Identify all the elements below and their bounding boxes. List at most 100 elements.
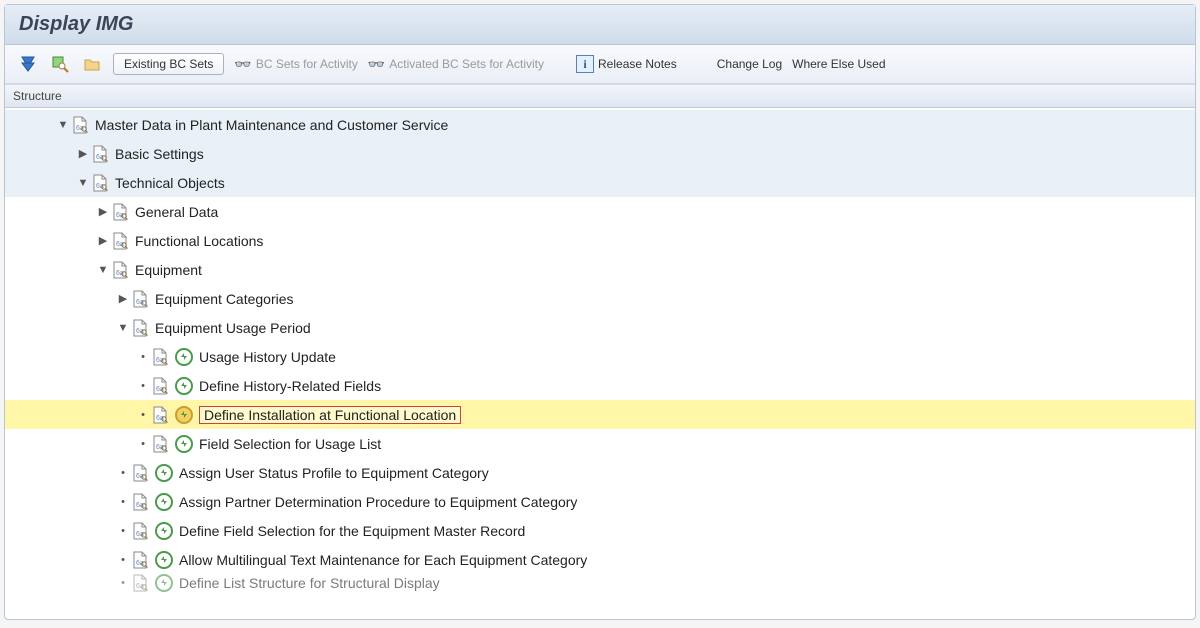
- bullet-icon: •: [115, 525, 131, 537]
- twisty-right-icon[interactable]: ▶: [95, 205, 111, 218]
- execute-icon[interactable]: [155, 493, 173, 511]
- glasses-icon: 👓: [234, 56, 251, 73]
- find-icon[interactable]: [49, 53, 71, 75]
- bullet-icon: •: [115, 577, 131, 589]
- node-label: Technical Objects: [115, 175, 225, 191]
- bullet-icon: •: [115, 496, 131, 508]
- tree-node-usage-history-update[interactable]: • 6a Usage History Update: [5, 342, 1195, 371]
- tree-node-equipment-usage-period[interactable]: ▼ 6a Equipment Usage Period: [5, 313, 1195, 342]
- tree-node-equipment[interactable]: ▼ 6a Equipment: [5, 255, 1195, 284]
- tree-node-field-selection-usage[interactable]: • 6a Field Selection for Usage List: [5, 429, 1195, 458]
- doc-icon[interactable]: 6a: [151, 434, 169, 454]
- tree-node-define-list-structure[interactable]: • 6a Define List Structure for Structura…: [5, 574, 1195, 592]
- tree-node-basic-settings[interactable]: ▶ 6a Basic Settings: [5, 139, 1195, 168]
- where-else-used-link[interactable]: Where Else Used: [792, 57, 885, 71]
- node-label: Define History-Related Fields: [199, 378, 381, 394]
- doc-icon[interactable]: 6a: [131, 318, 149, 338]
- tree-node-general-data[interactable]: ▶ 6a General Data: [5, 197, 1195, 226]
- node-label: Equipment: [135, 262, 202, 278]
- titlebar: Display IMG: [5, 5, 1195, 45]
- doc-icon[interactable]: 6a: [131, 521, 149, 541]
- twisty-right-icon[interactable]: ▶: [115, 292, 131, 305]
- bullet-icon: •: [135, 380, 151, 392]
- execute-icon[interactable]: [155, 464, 173, 482]
- change-log-label: Change Log: [717, 57, 782, 71]
- tree-node-define-field-selection-master[interactable]: • 6a Define Field Selection for the Equi…: [5, 516, 1195, 545]
- execute-icon[interactable]: [175, 377, 193, 395]
- tree-node-define-history-fields[interactable]: • 6a Define History-Related Fields: [5, 371, 1195, 400]
- doc-icon[interactable]: 6a: [151, 405, 169, 425]
- release-notes-link[interactable]: i Release Notes: [576, 55, 677, 73]
- doc-icon[interactable]: 6a: [111, 231, 129, 251]
- doc-icon[interactable]: 6a: [131, 550, 149, 570]
- node-label: Equipment Usage Period: [155, 320, 311, 336]
- glasses-icon: 👓: [368, 56, 385, 73]
- bullet-icon: •: [135, 351, 151, 363]
- node-label: Define Installation at Functional Locati…: [199, 406, 461, 424]
- expand-all-icon[interactable]: [17, 53, 39, 75]
- twisty-right-icon[interactable]: ▶: [95, 234, 111, 247]
- toolbar: Existing BC Sets 👓 BC Sets for Activity …: [5, 45, 1195, 84]
- node-label: General Data: [135, 204, 218, 220]
- tree-node-assign-user-status[interactable]: • 6a Assign User Status Profile to Equip…: [5, 458, 1195, 487]
- tree-node-define-installation[interactable]: • 6a Define Installation at Functional L…: [5, 400, 1195, 429]
- node-label: Assign Partner Determination Procedure t…: [179, 494, 577, 510]
- panel-header: Structure: [5, 84, 1195, 108]
- doc-icon[interactable]: 6a: [131, 574, 149, 592]
- doc-icon[interactable]: 6a: [131, 463, 149, 483]
- node-label: Master Data in Plant Maintenance and Cus…: [95, 117, 448, 133]
- node-label: Equipment Categories: [155, 291, 294, 307]
- node-label: Field Selection for Usage List: [199, 436, 381, 452]
- doc-icon[interactable]: 6a: [131, 289, 149, 309]
- where-else-used-label: Where Else Used: [792, 57, 885, 71]
- doc-icon[interactable]: 6a: [131, 492, 149, 512]
- execute-icon[interactable]: [175, 348, 193, 366]
- bullet-icon: •: [135, 409, 151, 421]
- bullet-icon: •: [135, 438, 151, 450]
- doc-icon[interactable]: 6a: [91, 173, 109, 193]
- tree-node-functional-locations[interactable]: ▶ 6a Functional Locations: [5, 226, 1195, 255]
- tree-node-technical-objects[interactable]: ▼ 6a Technical Objects: [5, 168, 1195, 197]
- execute-icon[interactable]: [155, 551, 173, 569]
- execute-icon[interactable]: [155, 522, 173, 540]
- node-label: Allow Multilingual Text Maintenance for …: [179, 552, 587, 568]
- doc-icon[interactable]: 6a: [71, 115, 89, 135]
- doc-icon[interactable]: 6a: [111, 202, 129, 222]
- node-label: Define List Structure for Structural Dis…: [179, 575, 440, 591]
- doc-icon[interactable]: 6a: [151, 376, 169, 396]
- window: Display IMG Existing BC Sets 👓 BC Sets f…: [4, 4, 1196, 620]
- tree-node-equipment-categories[interactable]: ▶ 6a Equipment Categories: [5, 284, 1195, 313]
- doc-icon[interactable]: 6a: [111, 260, 129, 280]
- twisty-down-icon[interactable]: ▼: [115, 322, 131, 334]
- bullet-icon: •: [115, 467, 131, 479]
- twisty-down-icon[interactable]: ▼: [55, 119, 71, 131]
- bc-sets-for-activity-link[interactable]: 👓 BC Sets for Activity: [234, 56, 357, 73]
- doc-icon[interactable]: 6a: [91, 144, 109, 164]
- execute-icon[interactable]: [175, 435, 193, 453]
- node-label: Define Field Selection for the Equipment…: [179, 523, 525, 539]
- page-title: Display IMG: [19, 13, 1181, 36]
- node-label: Basic Settings: [115, 146, 204, 162]
- node-label: Assign User Status Profile to Equipment …: [179, 465, 489, 481]
- tree-node-master-data[interactable]: ▼ 6a Master Data in Plant Maintenance an…: [5, 110, 1195, 139]
- twisty-right-icon[interactable]: ▶: [75, 147, 91, 160]
- tree: ▼ 6a Master Data in Plant Maintenance an…: [5, 108, 1195, 619]
- tree-node-assign-partner-det[interactable]: • 6a Assign Partner Determination Proced…: [5, 487, 1195, 516]
- bc-sets-for-activity-label: BC Sets for Activity: [256, 57, 358, 71]
- node-label: Functional Locations: [135, 233, 263, 249]
- execute-icon[interactable]: [155, 574, 173, 592]
- activated-bc-sets-link[interactable]: 👓 Activated BC Sets for Activity: [368, 56, 544, 73]
- change-log-link[interactable]: Change Log: [717, 57, 782, 71]
- bullet-icon: •: [115, 554, 131, 566]
- existing-bc-sets-button[interactable]: Existing BC Sets: [113, 53, 224, 75]
- node-label: Usage History Update: [199, 349, 336, 365]
- doc-icon[interactable]: 6a: [151, 347, 169, 367]
- twisty-down-icon[interactable]: ▼: [75, 177, 91, 189]
- twisty-down-icon[interactable]: ▼: [95, 264, 111, 276]
- tree-node-allow-multilingual[interactable]: • 6a Allow Multilingual Text Maintenance…: [5, 545, 1195, 574]
- activated-bc-sets-label: Activated BC Sets for Activity: [389, 57, 544, 71]
- folder-icon[interactable]: [81, 53, 103, 75]
- release-notes-label: Release Notes: [598, 57, 677, 71]
- execute-icon[interactable]: [175, 406, 193, 424]
- info-icon: i: [576, 55, 594, 73]
